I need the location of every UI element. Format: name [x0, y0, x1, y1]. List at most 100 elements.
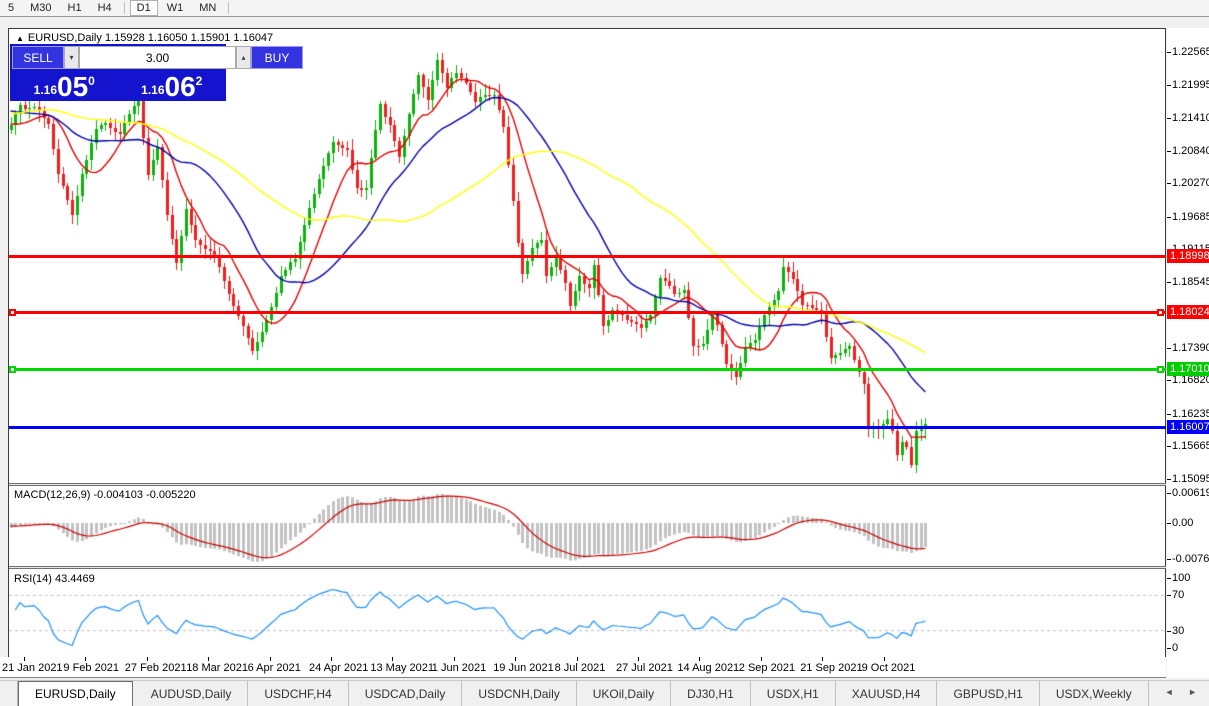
price-axis-label: 1.15095: [1172, 473, 1209, 485]
horizontal-line-1.18024[interactable]: [9, 311, 1166, 314]
date-axis-label: 18 Mar 2021: [186, 662, 248, 674]
timeframe-button-h4[interactable]: H4: [91, 0, 119, 16]
tabbar-gutter: [0, 681, 18, 706]
buy-price-small: 1.16: [141, 83, 164, 97]
rsi-label: RSI(14) 43.4469: [14, 573, 95, 585]
macd-axis-label: 0.006193: [1172, 487, 1209, 499]
toolbar-separator: [228, 2, 229, 14]
buy-price-display[interactable]: 1.16 06 2: [120, 71, 225, 101]
sell-button[interactable]: SELL: [12, 46, 64, 69]
rsi-axis-label: 70: [1172, 589, 1184, 601]
volume-decrease-button[interactable]: ▾: [64, 46, 79, 69]
date-axis-tick: [884, 657, 885, 661]
chart-tab-usdcad[interactable]: USDCAD,Daily: [349, 681, 463, 706]
chart-tab-usdcnh[interactable]: USDCNH,Daily: [462, 681, 576, 706]
one-click-trading-panel: SELL ▾ ▴ BUY 1.16 05 0 1.16 06 2: [10, 44, 226, 101]
price-level-tag: 1.17010: [1167, 362, 1209, 376]
price-axis-label: 1.21410: [1172, 112, 1209, 124]
line-anchor-handle[interactable]: [1157, 366, 1164, 373]
chart-tab-audusd[interactable]: AUDUSD,Daily: [135, 681, 249, 706]
price-axis-tick: [1167, 479, 1171, 480]
date-axis-tick: [577, 657, 578, 661]
timeframe-button-5[interactable]: 5: [1, 0, 21, 16]
price-axis-tick: [1167, 217, 1171, 218]
price-axis-label: 1.20270: [1172, 177, 1209, 189]
date-axis-tick: [331, 657, 332, 661]
horizontal-line-1.1701[interactable]: [9, 368, 1166, 371]
price-axis-label: 1.15665: [1172, 440, 1209, 452]
buy-price-big: 06: [165, 74, 196, 100]
macd-axis-tick: [1167, 559, 1171, 560]
date-axis-tick: [392, 657, 393, 661]
line-anchor-handle[interactable]: [9, 366, 16, 373]
line-anchor-handle[interactable]: [9, 309, 16, 316]
date-axis-label: 2 Sep 2021: [739, 662, 795, 674]
date-axis-tick: [147, 657, 148, 661]
horizontal-line-1.18998[interactable]: [9, 255, 1166, 258]
chart-tab-eurusd[interactable]: EURUSD,Daily: [18, 681, 133, 706]
date-axis-tick: [85, 657, 86, 661]
price-axis-tick: [1167, 380, 1171, 381]
timeframe-toolbar: 5M30H1H4 D1W1MN: [0, 0, 1209, 17]
macd-axis-tick: [1167, 493, 1171, 494]
price-axis-tick: [1167, 446, 1171, 447]
tabbar-scroll-arrows-icon[interactable]: ◄ ►: [1165, 687, 1203, 697]
price-axis-label: 1.20840: [1172, 145, 1209, 157]
timeframe-button-d1[interactable]: D1: [130, 0, 158, 16]
chart-tab-usdx[interactable]: USDX,H1: [751, 681, 836, 706]
timeframe-button-m30[interactable]: M30: [23, 0, 58, 16]
chart-tab-xauusd[interactable]: XAUUSD,H4: [836, 681, 938, 706]
price-axis-label: 1.22565: [1172, 46, 1209, 58]
collapse-triangle-icon: ▲: [16, 34, 24, 43]
date-axis: 21 Jan 20219 Feb 202127 Feb 202118 Mar 2…: [0, 657, 1166, 678]
mt4-window: 5M30H1H4 D1W1MN ▲ EURUSD,Daily 1.15928 1.1…: [0, 0, 1209, 706]
sell-price-sup: 0: [88, 74, 95, 88]
price-level-tag: 1.18024: [1167, 305, 1209, 319]
chart-tab-ukoil[interactable]: UKOil,Daily: [577, 681, 671, 706]
price-axis-label: 1.21995: [1172, 79, 1209, 91]
rsi-axis-label: 0: [1172, 642, 1178, 654]
price-level-tag: 1.18998: [1167, 249, 1209, 263]
date-axis-label: 14 Aug 2021: [677, 662, 739, 674]
price-level-tag: 1.16007: [1167, 420, 1209, 434]
chart-tab-dj30[interactable]: DJ30,H1: [671, 681, 751, 706]
line-anchor-handle[interactable]: [1157, 309, 1164, 316]
macd-axis-tick: [1167, 523, 1171, 524]
rsi-axis-tick: [1167, 595, 1171, 596]
date-axis-tick: [24, 657, 25, 661]
timeframe-button-w1[interactable]: W1: [160, 0, 191, 16]
horizontal-line-1.16007[interactable]: [9, 426, 1166, 429]
buy-button[interactable]: BUY: [251, 46, 303, 69]
date-axis-tick: [699, 657, 700, 661]
sell-price-display[interactable]: 1.16 05 0: [12, 71, 117, 101]
date-axis-label: 19 Jun 2021: [493, 662, 554, 674]
volume-input[interactable]: [79, 46, 236, 69]
timeframe-button-h1[interactable]: H1: [61, 0, 89, 16]
price-axis-label: 1.16235: [1172, 408, 1209, 420]
chart-tab-usdchf[interactable]: USDCHF,H4: [248, 681, 348, 706]
chart-title-ohlc: 1.15928 1.16050 1.15901 1.16047: [105, 32, 273, 44]
date-axis-label: 1 Jun 2021: [432, 662, 486, 674]
price-axis-tick: [1167, 282, 1171, 283]
date-axis-tick: [454, 657, 455, 661]
price-axis-tick: [1167, 85, 1171, 86]
volume-increase-button[interactable]: ▴: [236, 46, 251, 69]
timeframe-button-mn[interactable]: MN: [192, 0, 223, 16]
chart-tab-usdx[interactable]: USDX,Weekly: [1040, 681, 1149, 706]
macd-axis-label: 0.00: [1172, 517, 1193, 529]
date-axis-label: 27 Jul 2021: [616, 662, 673, 674]
date-axis-label: 6 Apr 2021: [248, 662, 301, 674]
date-axis-label: 13 May 2021: [370, 662, 434, 674]
date-axis-label: 9 Oct 2021: [862, 662, 916, 674]
sell-price-small: 1.16: [34, 83, 57, 97]
chart-tab-bar: EURUSD,DailyAUDUSD,DailyUSDCHF,H4USDCAD,…: [0, 680, 1209, 706]
macd-axis-label: -0.00762: [1172, 553, 1209, 565]
price-axis-tick: [1167, 414, 1171, 415]
chart-tab-gbpusd[interactable]: GBPUSD,H1: [937, 681, 1039, 706]
rsi-indicator-panel[interactable]: [9, 569, 1166, 657]
rsi-axis-tick: [1167, 578, 1171, 579]
price-axis-tick: [1167, 118, 1171, 119]
price-axis-tick: [1167, 348, 1171, 349]
date-axis-tick: [822, 657, 823, 661]
date-axis-label: 21 Jan 2021: [2, 662, 63, 674]
